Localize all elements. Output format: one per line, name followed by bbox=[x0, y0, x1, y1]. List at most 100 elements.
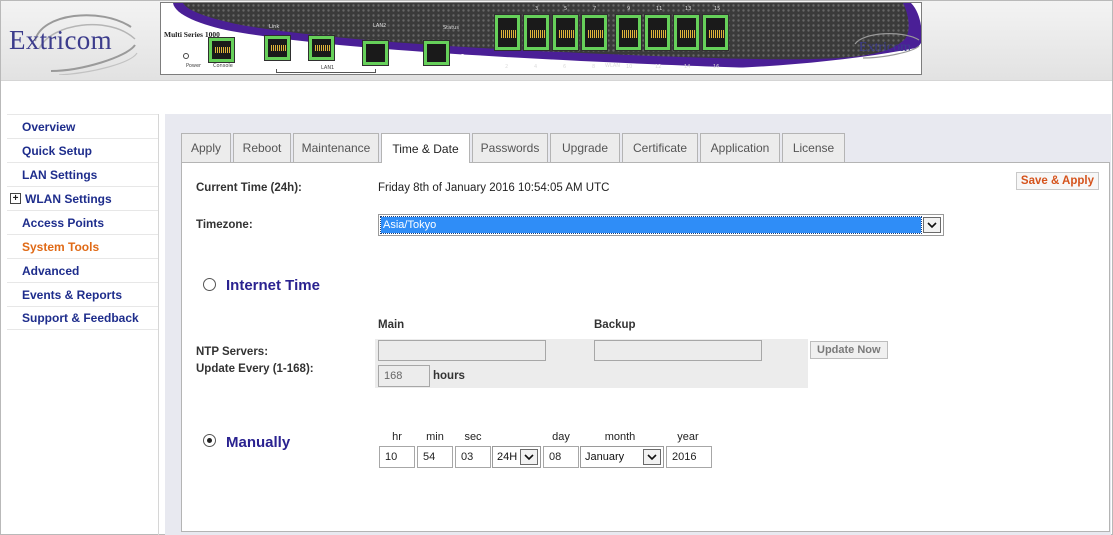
extricom-logo: Extricom bbox=[9, 5, 139, 75]
ethernet-port-icon bbox=[552, 14, 579, 51]
power-label: Power bbox=[186, 63, 202, 69]
sidebar-item-label: Support & Feedback bbox=[22, 311, 139, 325]
sidebar-item-label: Quick Setup bbox=[22, 143, 93, 158]
timezone-select[interactable]: Asia/Tokyo bbox=[378, 214, 944, 236]
lan-port-icon bbox=[362, 40, 389, 66]
ethernet-port-icon bbox=[615, 14, 642, 51]
port-number: 2 bbox=[505, 64, 509, 70]
sidebar-item-label: Advanced bbox=[22, 263, 80, 278]
time-date-panel: Save & Apply Current Time (24h): Friday … bbox=[181, 162, 1110, 532]
console-label: Console bbox=[213, 63, 233, 69]
ntp-main-input[interactable] bbox=[378, 340, 546, 361]
month-caption: month bbox=[604, 431, 636, 443]
ntp-servers-label: NTP Servers: bbox=[196, 346, 269, 358]
tab-passwords[interactable]: Passwords bbox=[472, 133, 548, 162]
month-select-value: January bbox=[585, 451, 625, 463]
lan2-label: LAN2 bbox=[373, 23, 387, 29]
tab-reboot[interactable]: Reboot bbox=[233, 133, 291, 162]
update-now-button[interactable]: Update Now bbox=[810, 341, 888, 359]
sidebar-item-lan-settings[interactable]: LAN Settings bbox=[7, 162, 158, 186]
wlan-label: WLAN bbox=[605, 63, 621, 69]
chevron-down-icon bbox=[520, 449, 538, 465]
save-apply-button[interactable]: Save & Apply bbox=[1015, 172, 1099, 190]
lan1-bracket bbox=[276, 69, 376, 73]
port-number: 12 bbox=[655, 64, 662, 70]
tab-bar: Apply Reboot Maintenance Time & Date Pas… bbox=[181, 133, 847, 163]
tab-label: Upgrade bbox=[561, 141, 609, 155]
time-format-value: 24H bbox=[497, 451, 518, 463]
year-input[interactable]: 2016 bbox=[666, 446, 712, 468]
port-number: 15 bbox=[714, 6, 721, 12]
ntp-backup-input[interactable] bbox=[594, 340, 762, 361]
tab-label: Time & Date bbox=[392, 141, 459, 156]
sidebar-item-support-feedback[interactable]: Support & Feedback bbox=[7, 306, 158, 330]
brand-name: Extricom bbox=[9, 25, 112, 55]
logo-swirl-icon bbox=[854, 33, 920, 59]
current-time-label: Current Time (24h): bbox=[196, 182, 302, 194]
tab-license[interactable]: License bbox=[782, 133, 845, 162]
sidebar-item-label: WLAN Settings bbox=[25, 191, 112, 206]
sidebar-item-label: LAN Settings bbox=[22, 167, 98, 182]
tab-maintenance[interactable]: Maintenance bbox=[293, 133, 379, 162]
tab-application[interactable]: Application bbox=[700, 133, 780, 162]
device-panel-image: Multi Series 1000 Power Console Link LAN… bbox=[160, 2, 922, 75]
sidebar-item-quick-setup[interactable]: Quick Setup bbox=[7, 138, 158, 162]
sidebar-item-label: Events & Reports bbox=[22, 287, 123, 302]
current-time-value: Friday 8th of January 2016 10:54:05 AM U… bbox=[378, 182, 610, 194]
tab-label: Apply bbox=[190, 141, 222, 155]
update-every-label: Update Every (1-168): bbox=[196, 363, 314, 375]
ethernet-port-icon bbox=[523, 14, 550, 51]
tab-label: License bbox=[792, 141, 835, 155]
chevron-down-icon bbox=[923, 217, 941, 233]
time-format-select[interactable]: 24H bbox=[492, 446, 541, 468]
port-number: 10 bbox=[626, 64, 633, 70]
status-led-icon bbox=[460, 54, 465, 59]
sidebar-item-system-tools[interactable]: System Tools bbox=[7, 234, 158, 258]
port-number: 9 bbox=[627, 6, 631, 12]
sidebar-item-access-points[interactable]: Access Points bbox=[7, 210, 158, 234]
tab-apply[interactable]: Apply bbox=[181, 133, 231, 162]
ntp-backup-header: Backup bbox=[594, 319, 636, 331]
tab-upgrade[interactable]: Upgrade bbox=[550, 133, 620, 162]
manually-radio[interactable] bbox=[203, 434, 216, 447]
update-every-input[interactable]: 168 bbox=[378, 365, 430, 387]
port-number: 4 bbox=[534, 64, 538, 70]
expand-plus-icon[interactable]: + bbox=[10, 193, 21, 204]
day-input[interactable]: 08 bbox=[543, 446, 579, 468]
sidebar-item-overview[interactable]: Overview bbox=[7, 114, 158, 138]
second-input[interactable]: 03 bbox=[455, 446, 491, 468]
tab-certificate[interactable]: Certificate bbox=[622, 133, 698, 162]
port-number: 16 bbox=[713, 64, 720, 70]
internet-time-radio[interactable] bbox=[203, 278, 216, 291]
main-content: Apply Reboot Maintenance Time & Date Pas… bbox=[165, 114, 1111, 535]
lan-port-icon bbox=[308, 35, 335, 61]
status-led-icon bbox=[397, 54, 402, 59]
port-number: 13 bbox=[685, 6, 692, 12]
status-label: Status bbox=[443, 25, 459, 31]
device-brand-logo: Extricom bbox=[854, 33, 920, 59]
port-number: 8 bbox=[592, 64, 596, 70]
hr-caption: hr bbox=[392, 431, 402, 443]
ethernet-port-icon bbox=[702, 14, 729, 51]
sidebar-item-events-reports[interactable]: Events & Reports bbox=[7, 282, 158, 306]
day-caption: day bbox=[552, 431, 570, 443]
status-led-icon bbox=[345, 54, 350, 59]
port-number: 6 bbox=[563, 64, 567, 70]
month-select[interactable]: January bbox=[580, 446, 664, 468]
power-led-icon bbox=[183, 53, 189, 59]
ethernet-port-icon bbox=[494, 14, 521, 51]
hour-input[interactable]: 10 bbox=[379, 446, 415, 468]
sidebar-item-advanced[interactable]: Advanced bbox=[7, 258, 158, 282]
ethernet-port-icon bbox=[581, 14, 608, 51]
ethernet-port-icon bbox=[644, 14, 671, 51]
sidebar-item-wlan-settings[interactable]: + WLAN Settings bbox=[7, 186, 158, 210]
minute-input[interactable]: 54 bbox=[417, 446, 453, 468]
sidebar-item-label: Overview bbox=[22, 119, 76, 134]
status-led-icon bbox=[408, 54, 413, 59]
tab-time-date[interactable]: Time & Date bbox=[381, 133, 470, 163]
tab-label: Certificate bbox=[632, 141, 688, 155]
year-caption: year bbox=[677, 431, 699, 443]
console-port-icon bbox=[208, 37, 235, 63]
ntp-main-header: Main bbox=[378, 319, 405, 331]
tab-label: Maintenance bbox=[301, 141, 371, 155]
